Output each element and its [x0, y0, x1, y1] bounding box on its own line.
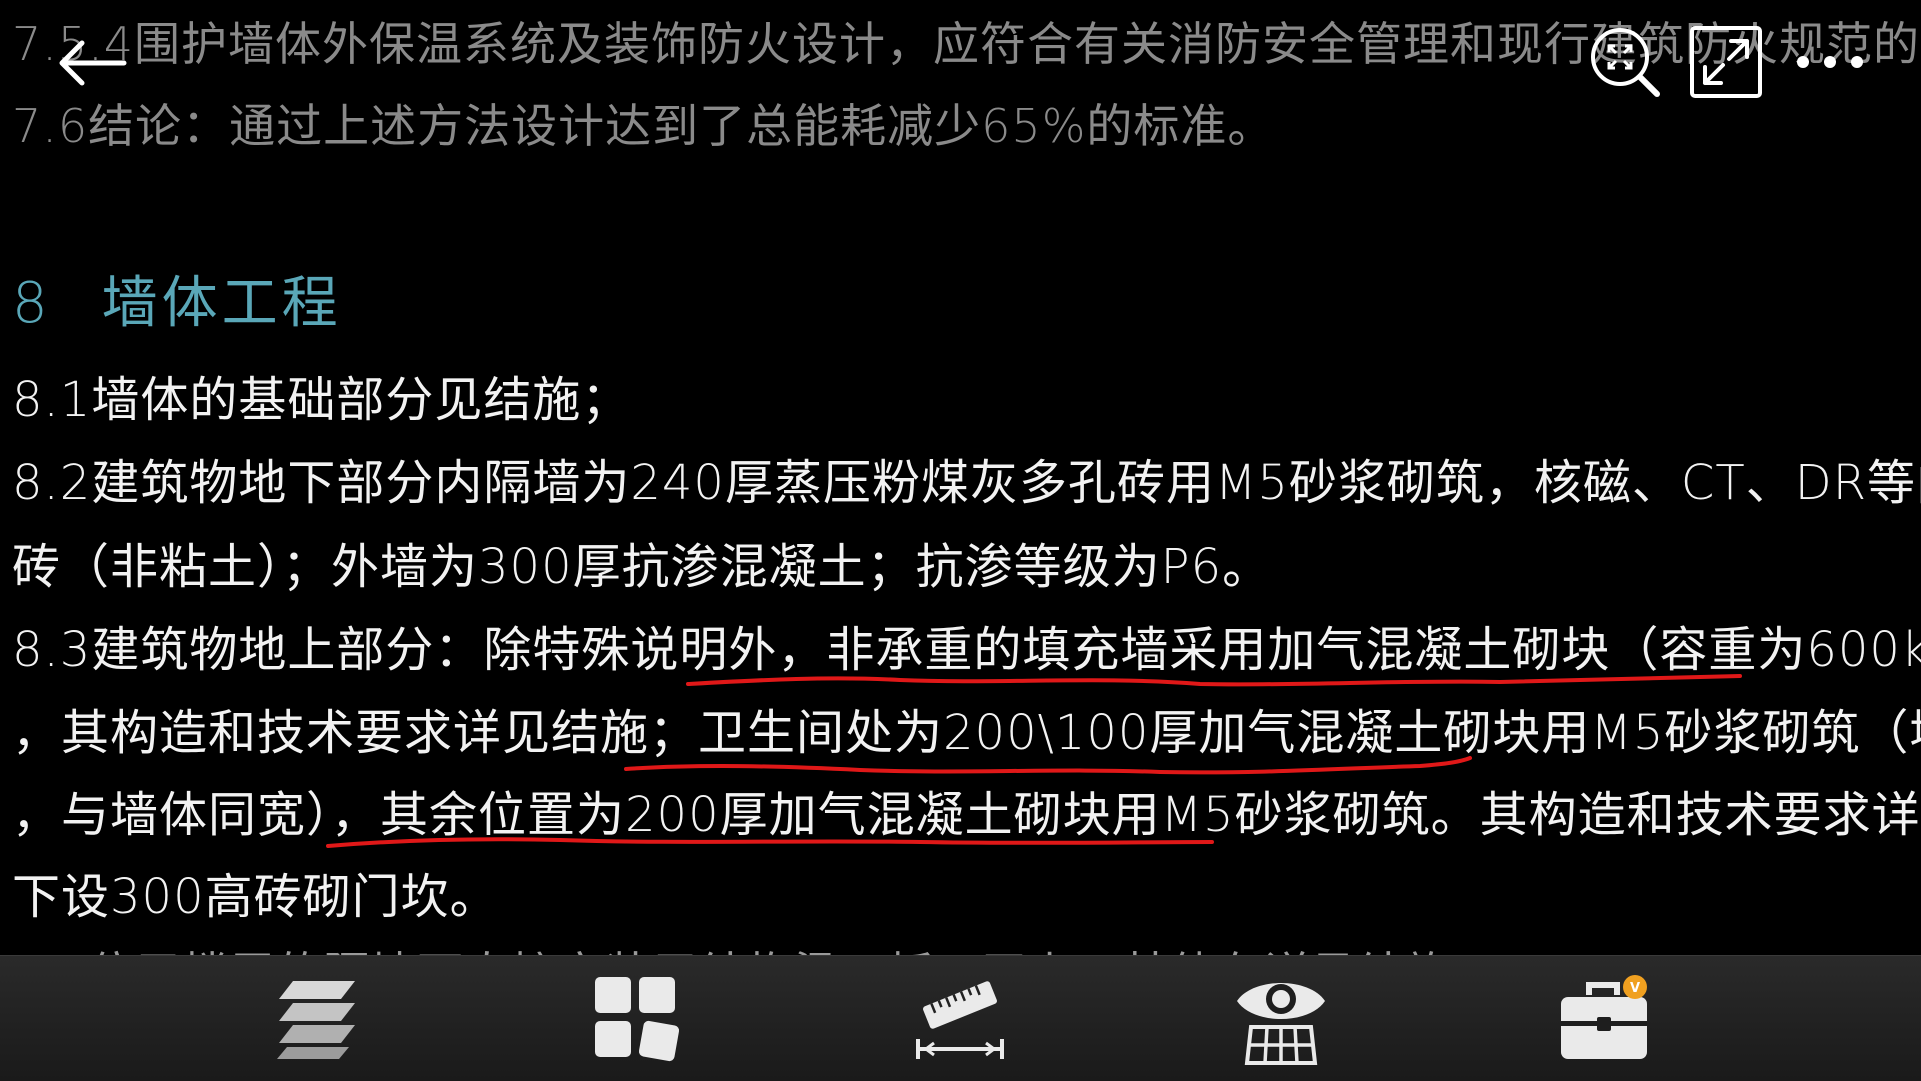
text-line-8-3-d: 下设300高砖砌门坎。: [12, 869, 499, 925]
more-options-button[interactable]: [1785, 30, 1875, 94]
measure-ruler-icon: [916, 980, 1004, 1059]
section-number: 8: [12, 271, 52, 336]
view-button[interactable]: [1226, 966, 1336, 1071]
back-button[interactable]: [52, 28, 132, 98]
text-line-8-3-c: ，与墙体同宽），其余位置为200厚加气混凝土砌块用M5砂浆砌筑。其构造和技术要求…: [12, 787, 1921, 843]
text-line-7-6: 7.6结论：通过上述方法设计达到了总能耗减少65%的标准。: [12, 99, 1275, 153]
more-horizontal-icon: [1797, 56, 1863, 68]
text-line-8-2-b: 砖（非粘土）；外墙为300厚抗渗混凝土；抗渗等级为P6。: [12, 539, 1272, 595]
eye-view-icon: [1237, 982, 1325, 1065]
toolbox-icon: V: [1561, 974, 1647, 1059]
toolbox-button[interactable]: V: [1550, 966, 1660, 1071]
text-line-8-3-b: ，其构造和技术要求详见结施；卫生间处为200\100厚加气混凝土砌块用M5砂浆砌…: [12, 705, 1921, 761]
fullscreen-button[interactable]: [1686, 22, 1766, 102]
layers-icon: [277, 980, 355, 1059]
vip-badge-label: V: [1630, 981, 1640, 996]
text-line-8-2-a: 8.2建筑物地下部分内隔墙为240厚蒸压粉煤灰多孔砖用M5砂浆砌筑，核磁、CT、…: [12, 455, 1921, 511]
text-line-8-4-partial: 8.4位于楼层的隔墙可直接安装于结构梁、板、天上，其他在详见结施。: [12, 938, 1498, 955]
blocks-icon: [595, 976, 680, 1061]
fullscreen-icon: [1690, 26, 1762, 98]
text-line-8-1: 8.1墙体的基础部分见结施；: [12, 372, 631, 428]
text-line-8-3-a: 8.3建筑物地上部分：除特殊说明外，非承重的填充墙采用加气混凝土砌块（容重为60…: [12, 622, 1921, 678]
layers-button[interactable]: [262, 966, 372, 1071]
section-title: 墙体工程: [101, 271, 342, 336]
drawing-canvas[interactable]: 7.5.4围护墙体外保温系统及装饰防火设计，应符合有关消防安全管理和现行建筑防火…: [0, 0, 1921, 955]
measure-button[interactable]: [905, 966, 1015, 1071]
bottom-toolbar: V: [0, 955, 1921, 1081]
section-heading-8: 8 墙体工程: [12, 258, 342, 339]
zoom-extents-icon: [1591, 28, 1660, 97]
blocks-button[interactable]: [582, 966, 692, 1071]
arrow-left-icon: [59, 40, 127, 86]
zoom-extents-button[interactable]: [1585, 22, 1665, 102]
